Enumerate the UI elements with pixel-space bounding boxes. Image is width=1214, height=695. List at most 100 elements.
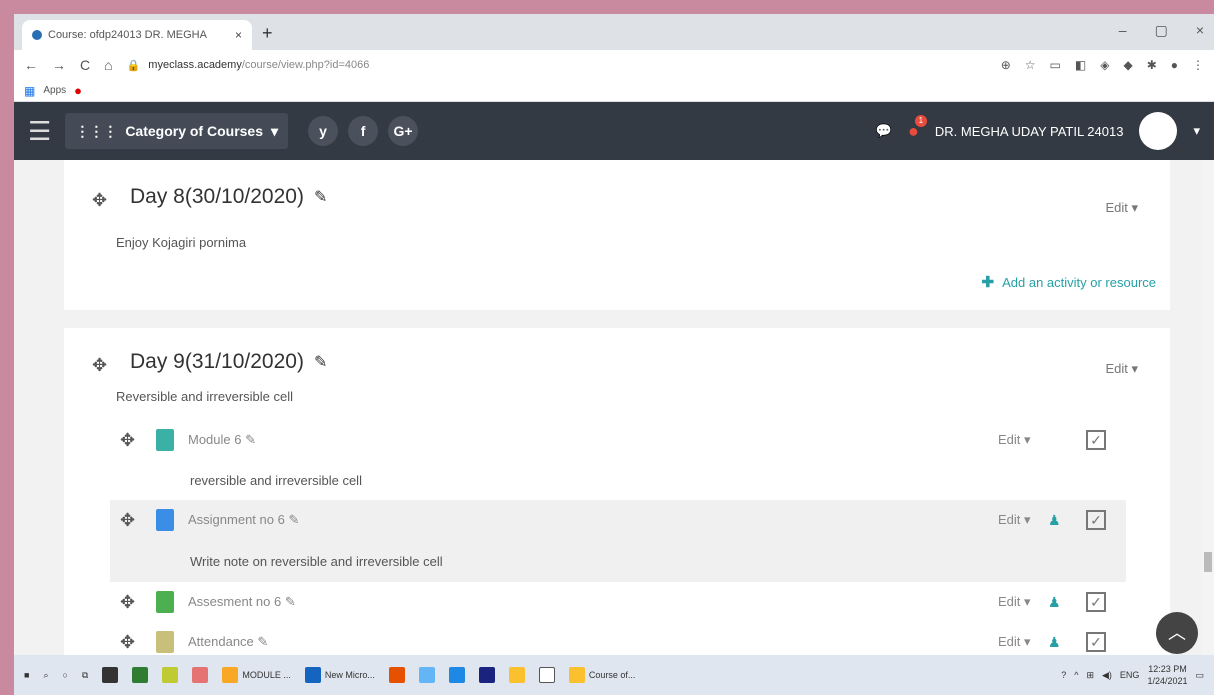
category-label: Category of Courses <box>125 123 264 139</box>
windows-start-icon[interactable]: ■ <box>24 670 29 680</box>
help-icon[interactable]: ? <box>1061 670 1066 680</box>
activity-edit-menu[interactable]: Edit ▾ <box>998 594 1031 610</box>
app-icon[interactable] <box>418 667 435 683</box>
volume-icon[interactable]: ◀) <box>1102 670 1112 681</box>
browser-window: Course: ofdp24013 DR. MEGHA × + – ▢ × ← … <box>14 14 1214 695</box>
puzzle-icon[interactable]: ✱ <box>1147 58 1157 72</box>
move-icon[interactable]: ✥ <box>92 190 107 211</box>
cast-icon[interactable]: ▭ <box>1050 58 1061 72</box>
chevron-up-icon[interactable]: ^ <box>1074 670 1078 680</box>
address-bar[interactable]: 🔒 myeclass.academy/course/view.php?id=40… <box>126 54 987 76</box>
completion-checkbox[interactable]: ✓ <box>1086 592 1106 612</box>
page-icon <box>156 429 174 451</box>
word-icon <box>304 667 321 683</box>
message-icon[interactable]: 💬 <box>876 123 892 139</box>
taskbar-item[interactable]: MODULE ... <box>222 655 291 695</box>
category-dropdown[interactable]: ⋮⋮⋮ Category of Courses ▾ <box>65 113 289 149</box>
close-window-button[interactable]: × <box>1196 22 1204 39</box>
caret-down-icon: ▾ <box>271 122 279 139</box>
add-activity-link[interactable]: ✚ Add an activity or resource <box>982 273 1156 291</box>
minimize-button[interactable]: – <box>1119 22 1127 39</box>
profile-icon[interactable]: ● <box>1171 58 1178 72</box>
bookmarks-bar: ▦ Apps ● <box>14 80 1214 102</box>
apps-bookmark[interactable]: Apps <box>43 85 66 96</box>
caret-down-icon[interactable]: ▾ <box>1193 123 1200 139</box>
back-icon[interactable]: ← <box>24 57 38 73</box>
clock[interactable]: 12:23 PM 1/24/2021 <box>1147 663 1187 687</box>
reload-icon[interactable]: C <box>80 57 90 73</box>
bookmark-star-icon[interactable]: ☆ <box>1025 58 1036 72</box>
forward-icon[interactable]: → <box>52 57 66 73</box>
menu-dots-icon[interactable]: ⋮ <box>1192 58 1204 72</box>
url-path: /course/view.php?id=4066 <box>241 59 370 71</box>
tab-close-icon[interactable]: × <box>235 28 242 42</box>
activity-name[interactable]: Attendance ✎ <box>188 634 268 650</box>
extension-icon[interactable]: ◆ <box>1123 58 1132 72</box>
taskbar-item[interactable]: Course of... <box>568 655 635 695</box>
user-restriction-icon[interactable]: ♟ <box>1048 634 1061 651</box>
move-icon[interactable]: ✥ <box>120 632 135 653</box>
notepad-icon[interactable] <box>538 667 555 683</box>
section-edit-menu[interactable]: Edit ▾ <box>1105 361 1138 377</box>
task-view-icon[interactable]: ⧉ <box>82 670 88 681</box>
activity-name[interactable]: Assesment no 6 ✎ <box>188 594 296 610</box>
zoom-app-icon[interactable] <box>448 667 465 683</box>
extension-icon[interactable]: ◧ <box>1075 58 1086 72</box>
store-icon[interactable] <box>102 667 119 683</box>
move-icon[interactable]: ✥ <box>120 592 135 613</box>
activity-name[interactable]: Module 6 ✎ <box>188 432 256 448</box>
activity-assignment[interactable]: ✥ Assignment no 6 ✎ Edit ▾ ♟ ✓ <box>110 500 1126 540</box>
new-tab-button[interactable]: + <box>262 23 273 44</box>
section-day8: ✥ Day 8(30/10/2020) ✎ Edit ▾ Enjoy Kojag… <box>64 160 1170 310</box>
hamburger-icon[interactable]: ☰ <box>28 116 51 147</box>
scroll-thumb[interactable] <box>1204 552 1212 572</box>
bookmark-icon[interactable]: ● <box>74 83 82 98</box>
google-plus-icon[interactable]: G+ <box>388 116 419 146</box>
windows-taskbar: ■ ⌕ ○ ⧉ MODULE ... New Micro... Course o… <box>14 655 1214 695</box>
app-icon[interactable] <box>478 667 495 683</box>
notification-center-icon[interactable]: ▭ <box>1195 670 1204 681</box>
twitter-icon[interactable]: y <box>308 116 339 146</box>
home-icon[interactable]: ⌂ <box>104 57 112 73</box>
user-restriction-icon[interactable]: ♟ <box>1048 512 1061 529</box>
scroll-to-top-button[interactable]: ︿ <box>1156 612 1198 654</box>
app-icon[interactable] <box>132 667 149 683</box>
powerpoint-icon[interactable] <box>388 667 405 683</box>
maximize-button[interactable]: ▢ <box>1155 22 1168 39</box>
completion-checkbox[interactable]: ✓ <box>1086 430 1106 450</box>
section-title: Day 8(30/10/2020) ✎ <box>130 185 328 208</box>
network-icon[interactable]: ⊞ <box>1086 670 1094 681</box>
activity-module[interactable]: ✥ Module 6 ✎ Edit ▾ ✓ <box>110 420 1126 460</box>
taskbar-item[interactable]: New Micro... <box>304 655 375 695</box>
edit-pencil-icon[interactable]: ✎ <box>314 187 327 207</box>
move-icon[interactable]: ✥ <box>92 355 107 376</box>
zoom-icon[interactable]: ⊕ <box>1001 58 1011 72</box>
activity-edit-menu[interactable]: Edit ▾ <box>998 634 1031 650</box>
browser-tab[interactable]: Course: ofdp24013 DR. MEGHA × <box>22 20 252 50</box>
search-icon[interactable]: ⌕ <box>43 670 48 681</box>
section-edit-menu[interactable]: Edit ▾ <box>1105 200 1138 216</box>
scrollbar[interactable] <box>1202 160 1214 655</box>
activity-name[interactable]: Assignment no 6 ✎ <box>188 512 299 528</box>
edit-pencil-icon[interactable]: ✎ <box>314 352 327 372</box>
completion-checkbox[interactable]: ✓ <box>1086 632 1106 652</box>
activity-edit-menu[interactable]: Edit ▾ <box>998 432 1031 448</box>
facebook-icon[interactable]: f <box>348 116 379 146</box>
notification-icon[interactable]: ● 1 <box>908 114 927 142</box>
completion-checkbox[interactable]: ✓ <box>1086 510 1106 530</box>
chrome-icon[interactable] <box>508 667 525 683</box>
user-restriction-icon[interactable]: ♟ <box>1048 594 1061 611</box>
language-indicator[interactable]: ENG <box>1120 670 1140 680</box>
user-name[interactable]: DR. MEGHA UDAY PATIL 24013 <box>935 124 1124 139</box>
attendance-icon <box>156 631 174 653</box>
extension-icon[interactable]: ◈ <box>1100 58 1109 72</box>
cortana-icon[interactable]: ○ <box>62 670 67 680</box>
avatar[interactable] <box>1139 112 1178 150</box>
activity-edit-menu[interactable]: Edit ▾ <box>998 512 1031 528</box>
activity-assessment[interactable]: ✥ Assesment no 6 ✎ Edit ▾ ♟ ✓ <box>110 582 1126 622</box>
app-icon[interactable] <box>192 667 209 683</box>
move-icon[interactable]: ✥ <box>120 510 135 531</box>
grid-icon: ⋮⋮⋮ <box>75 122 118 139</box>
app-icon[interactable] <box>162 667 179 683</box>
move-icon[interactable]: ✥ <box>120 430 135 451</box>
